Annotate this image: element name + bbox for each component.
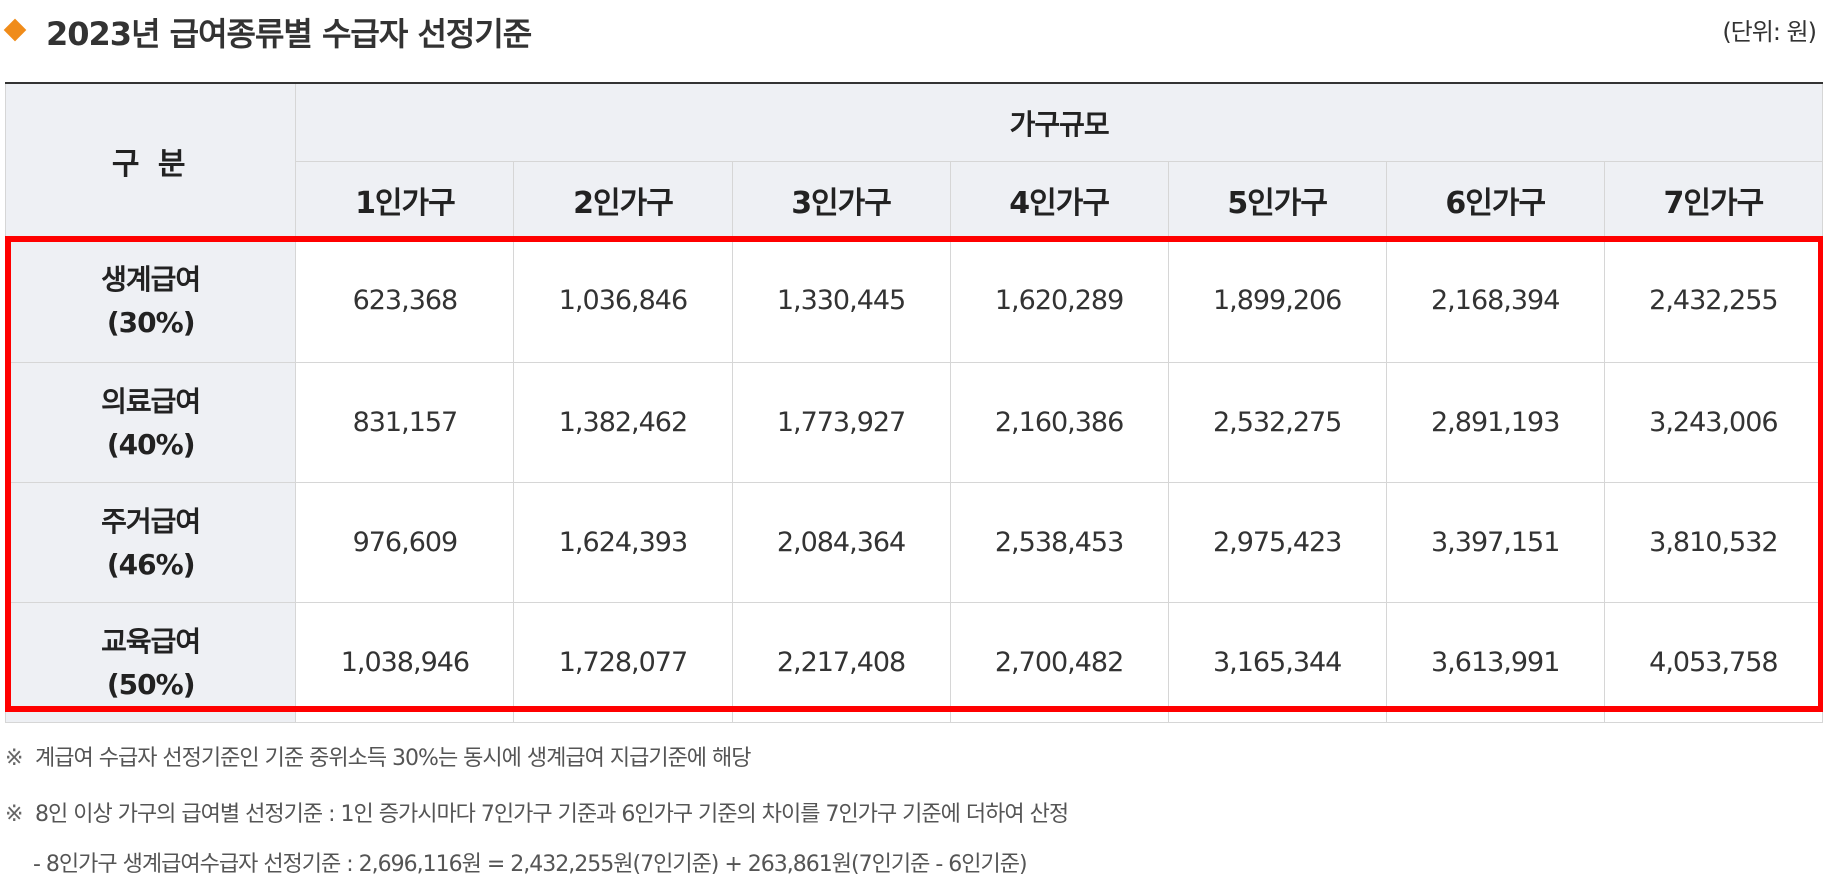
table-cell: 2,532,275: [1167, 362, 1387, 483]
footnote: ※ 8인 이상 가구의 급여별 선정기준 : 1인 증가시마다 7인가구 기준과 …: [5, 796, 1069, 828]
table-cell: 1,728,077: [513, 602, 733, 723]
table-cell: 976,609: [295, 482, 515, 603]
criteria-table: 구 분 가구규모 1인가구 2인가구 3인가구 4인가구 5인가구 6인가구 7…: [4, 82, 1823, 723]
row-percent: (50%): [106, 667, 196, 701]
corner-header: 구 분: [4, 82, 297, 239]
column-header: 6인가구: [1385, 161, 1605, 239]
title-bar: 2023년 급여종류별 수급자 선정기준 (단위: 원): [0, 0, 1823, 60]
page-title: 2023년 급여종류별 수급자 선정기준: [46, 15, 532, 53]
table-cell: 2,084,364: [731, 482, 951, 603]
table-cell: 3,165,344: [1167, 602, 1387, 723]
table-cell: 1,382,462: [513, 362, 733, 483]
table-cell: 1,620,289: [949, 238, 1169, 363]
row-header: 생계급여 (30%): [4, 238, 297, 363]
column-header: 1인가구: [295, 161, 515, 239]
table-cell: 1,036,846: [513, 238, 733, 363]
footnote: ※ 계급여 수급자 선정기준인 기준 중위소득 30%는 동시에 생계급여 지급기…: [5, 740, 752, 772]
column-header: 2인가구: [513, 161, 733, 239]
column-header: 3인가구: [731, 161, 951, 239]
row-percent: (46%): [106, 547, 196, 581]
table-cell: 623,368: [295, 238, 515, 363]
column-header: 5인가구: [1167, 161, 1387, 239]
table-cell: 2,432,255: [1603, 238, 1823, 363]
reference-mark-icon: ※: [5, 746, 23, 771]
table-cell: 1,773,927: [731, 362, 951, 483]
column-header: 4인가구: [949, 161, 1169, 239]
row-name: 주거급여: [101, 504, 201, 538]
table-cell: 1,330,445: [731, 238, 951, 363]
table-cell: 2,975,423: [1167, 482, 1387, 603]
table-row: 주거급여 (46%) 976,609 1,624,393 2,084,364 2…: [4, 482, 1823, 603]
row-header: 의료급여 (40%): [4, 362, 297, 483]
table-cell: 3,397,151: [1385, 482, 1605, 603]
table-cell: 2,160,386: [949, 362, 1169, 483]
table-cell: 3,613,991: [1385, 602, 1605, 723]
table-cell: 2,538,453: [949, 482, 1169, 603]
row-name: 생계급여: [101, 262, 201, 296]
household-size-group-header: 가구규모: [295, 82, 1823, 162]
row-percent: (30%): [106, 305, 196, 339]
row-header: 주거급여 (46%): [4, 482, 297, 603]
row-header: 교육급여 (50%): [4, 602, 297, 723]
table-cell: 2,168,394: [1385, 238, 1605, 363]
table-cell: 831,157: [295, 362, 515, 483]
table-cell: 1,624,393: [513, 482, 733, 603]
footnote-text: 8인 이상 가구의 급여별 선정기준 : 1인 증가시마다 7인가구 기준과 6…: [35, 802, 1069, 827]
row-name: 의료급여: [101, 384, 201, 418]
unit-label: (단위: 원): [1722, 18, 1817, 46]
table-row: 생계급여 (30%) 623,368 1,036,846 1,330,445 1…: [4, 238, 1823, 363]
table-cell: 2,217,408: [731, 602, 951, 723]
column-header: 7인가구: [1603, 161, 1823, 239]
table-row: 의료급여 (40%) 831,157 1,382,462 1,773,927 2…: [4, 362, 1823, 483]
row-percent: (40%): [106, 427, 196, 461]
diamond-bullet-icon: [3, 18, 27, 42]
row-name: 교육급여: [101, 624, 201, 658]
table-row: 교육급여 (50%) 1,038,946 1,728,077 2,217,408…: [4, 602, 1823, 723]
table-cell: 2,891,193: [1385, 362, 1605, 483]
footnote-detail: - 8인가구 생계급여수급자 선정기준 : 2,696,116원 = 2,432…: [33, 852, 1028, 877]
table-cell: 1,899,206: [1167, 238, 1387, 363]
table-cell: 3,810,532: [1603, 482, 1823, 603]
table-cell: 4,053,758: [1603, 602, 1823, 723]
table-cell: 1,038,946: [295, 602, 515, 723]
table-cell: 3,243,006: [1603, 362, 1823, 483]
reference-mark-icon: ※: [5, 802, 23, 827]
table-cell: 2,700,482: [949, 602, 1169, 723]
footnote-text: 계급여 수급자 선정기준인 기준 중위소득 30%는 동시에 생계급여 지급기준…: [35, 746, 752, 771]
